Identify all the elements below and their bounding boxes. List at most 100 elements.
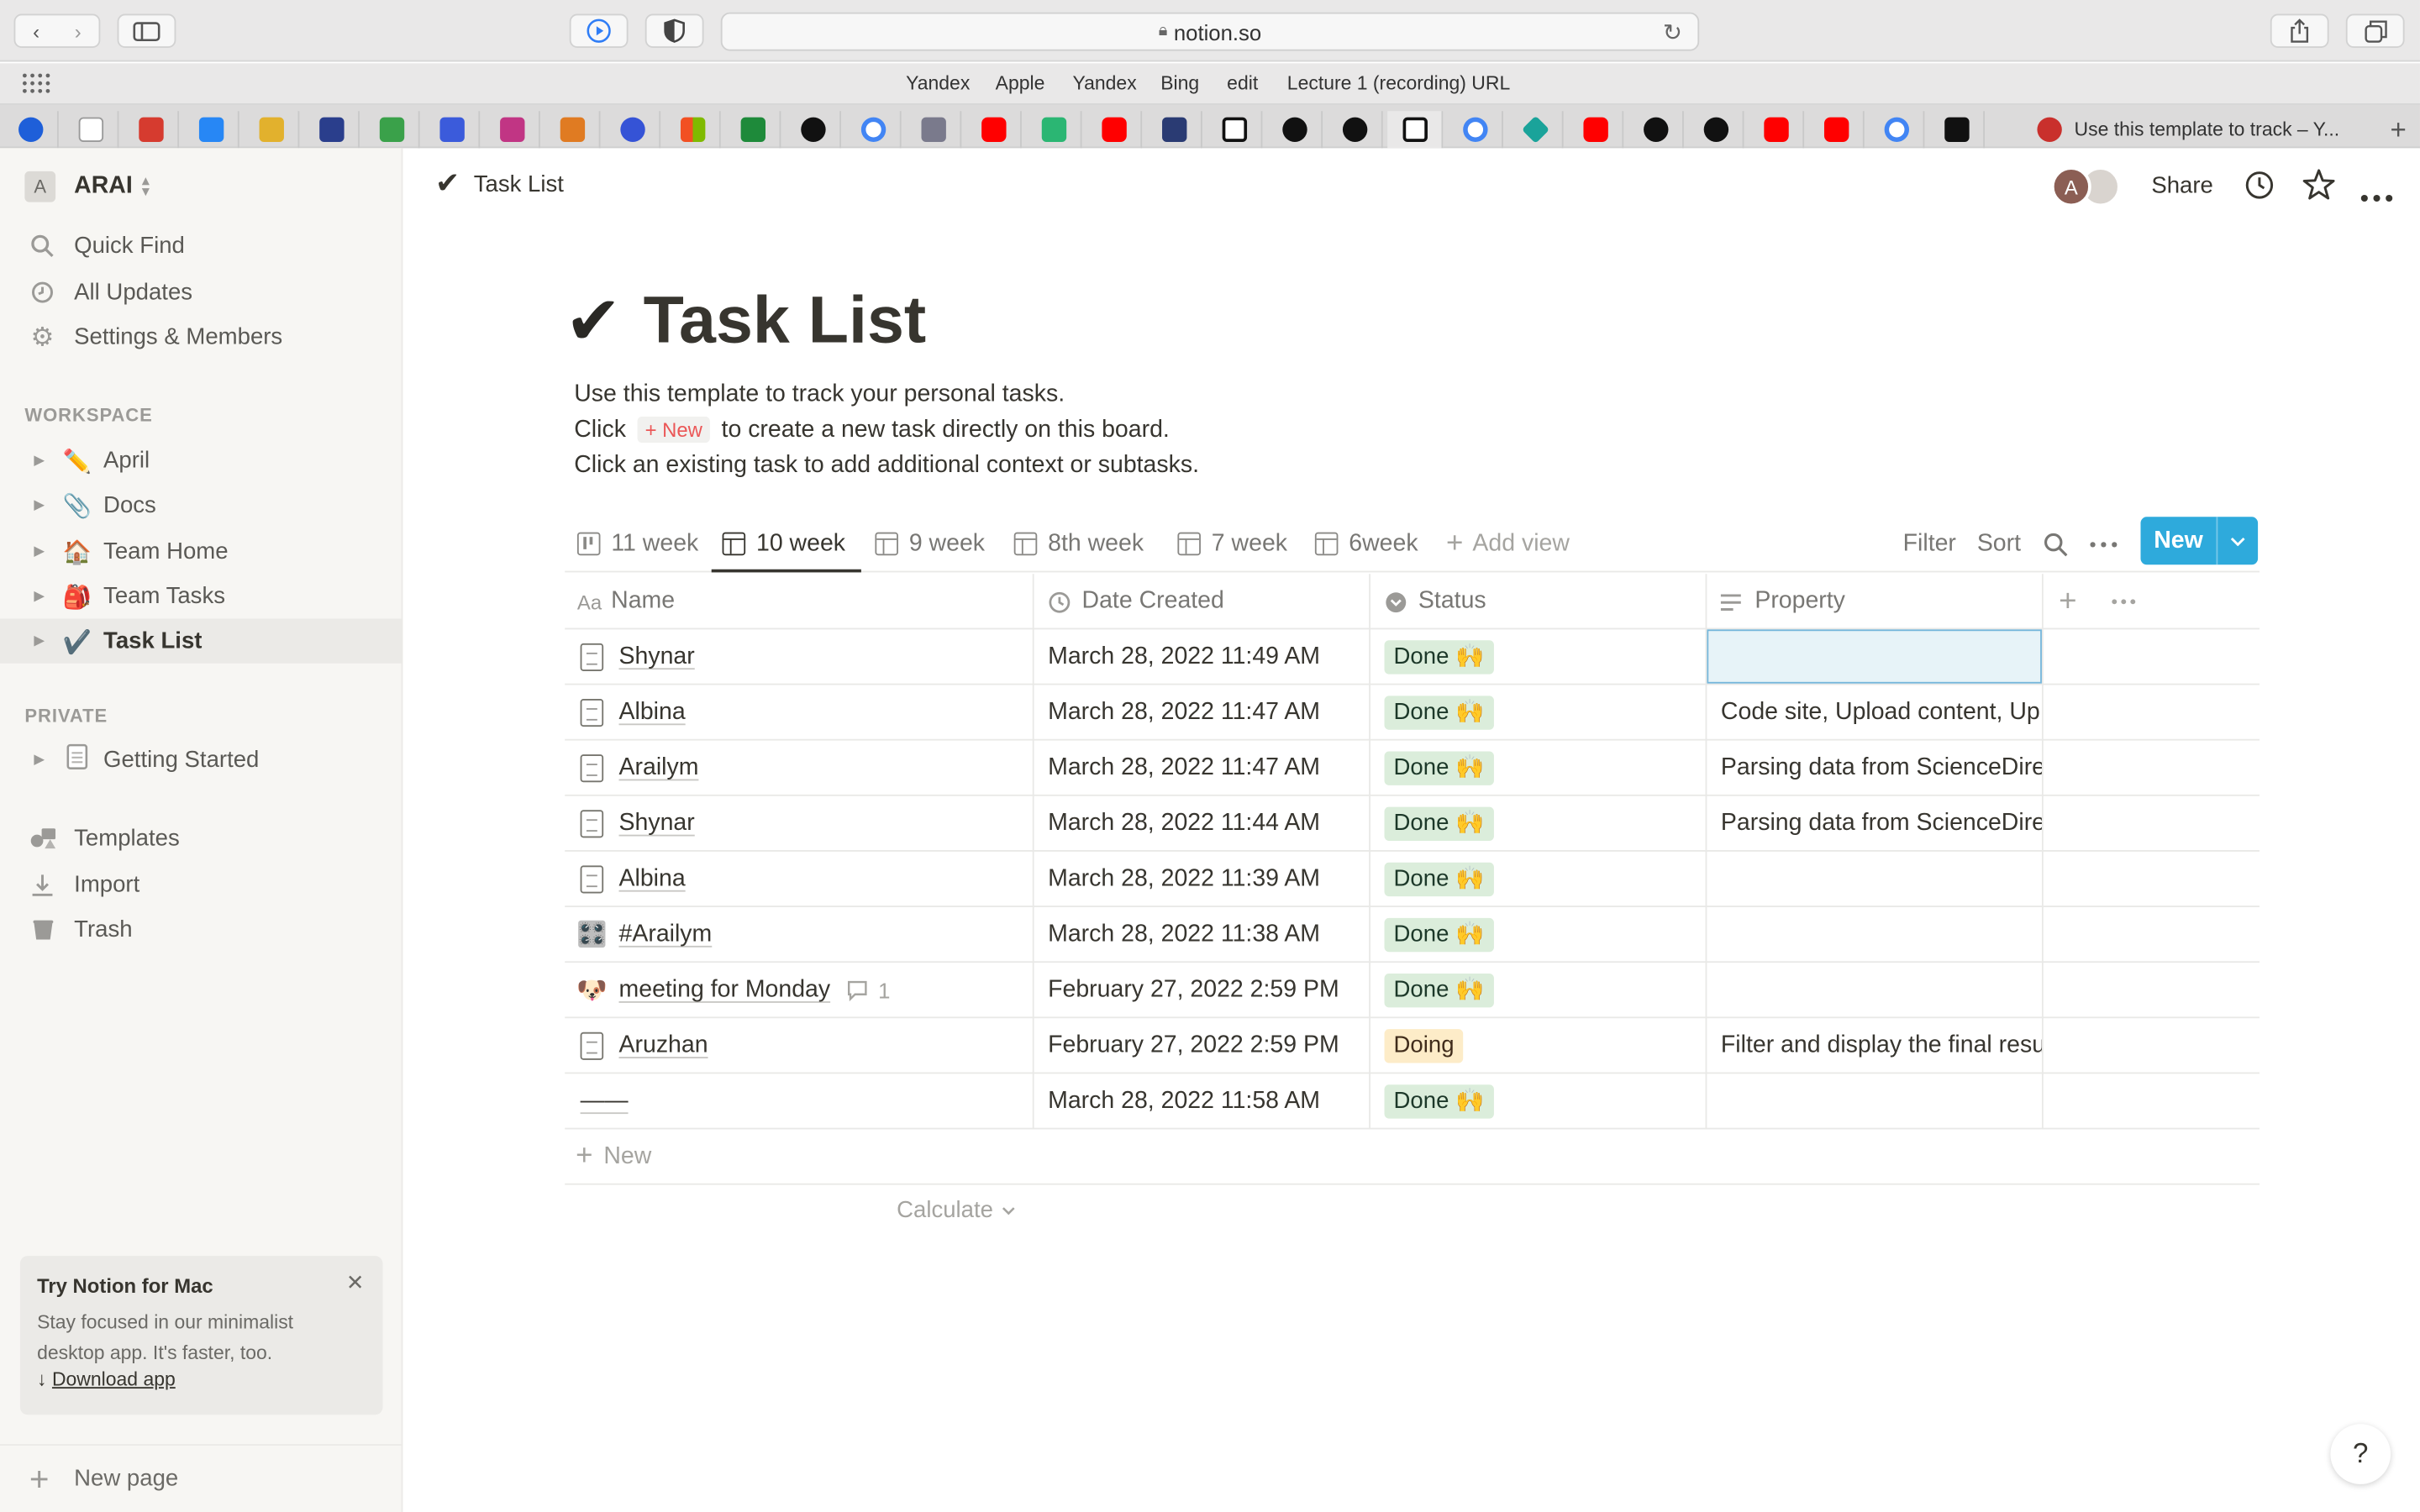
property-cell[interactable]: Filter and display the final resu bbox=[1721, 1018, 2042, 1074]
date-cell[interactable]: March 28, 2022 11:47 AM bbox=[1048, 685, 1369, 740]
property-cell[interactable] bbox=[1721, 852, 2042, 907]
status-cell[interactable]: Done 🙌 bbox=[1384, 1074, 1706, 1129]
column-property[interactable]: Property bbox=[1719, 574, 1845, 629]
pinned-tab[interactable] bbox=[3, 111, 59, 149]
add-column-plus-icon[interactable]: + bbox=[2059, 574, 2076, 629]
breadcrumb[interactable]: ✔ Task List bbox=[435, 166, 564, 202]
tab-6week[interactable]: 6week bbox=[1314, 515, 1418, 572]
pinned-tab[interactable] bbox=[304, 111, 360, 149]
sidebar-item-templates[interactable]: Templates bbox=[0, 816, 402, 861]
status-cell[interactable]: Doing bbox=[1384, 1018, 1706, 1074]
status-cell[interactable]: Done 🙌 bbox=[1384, 629, 1706, 685]
favorite-link[interactable]: Apple bbox=[996, 72, 1045, 94]
expand-triangle-icon[interactable]: ▶ bbox=[34, 543, 45, 560]
table-row[interactable]: Aruzhan February 27, 2022 2:59 PM Doing Fil… bbox=[565, 1018, 2260, 1074]
download-app-link[interactable]: ↓ Download app bbox=[37, 1368, 176, 1390]
tab-11-week[interactable]: 11 week bbox=[576, 515, 698, 572]
status-cell[interactable]: Done 🙌 bbox=[1384, 852, 1706, 907]
name-cell[interactable]: 🐶 meeting for Monday 1 bbox=[565, 963, 1033, 1018]
pinned-tab[interactable] bbox=[605, 111, 661, 149]
pinned-tab[interactable] bbox=[424, 111, 481, 149]
pinned-tab[interactable] bbox=[1869, 111, 1925, 149]
pinned-tab[interactable] bbox=[1749, 111, 1805, 149]
pinned-tab[interactable] bbox=[1507, 111, 1564, 149]
name-cell[interactable]: Albina bbox=[565, 852, 1033, 907]
name-cell[interactable]: Aruzhan bbox=[565, 1018, 1033, 1074]
sidebar-item-trash[interactable]: Trash bbox=[0, 907, 402, 952]
column-name[interactable]: Aa Name bbox=[577, 574, 675, 629]
sidebar-item-task-list[interactable]: ▶ ✔️ Task List bbox=[0, 618, 403, 664]
expand-triangle-icon[interactable]: ▶ bbox=[34, 751, 45, 768]
sidebar-item-settings[interactable]: ⚙ Settings & Members bbox=[0, 315, 402, 360]
back-icon[interactable]: ‹ bbox=[33, 19, 39, 43]
date-cell[interactable]: March 28, 2022 11:47 AM bbox=[1048, 741, 1369, 796]
history-icon[interactable] bbox=[2244, 170, 2275, 208]
new-row-button[interactable]: + New bbox=[565, 1129, 2260, 1185]
table-row[interactable]: 🎛️ #Arailym March 28, 2022 11:38 AM Done 🙌 bbox=[565, 907, 2260, 963]
favorite-link[interactable]: Bing bbox=[1160, 72, 1199, 94]
grid-icon[interactable] bbox=[22, 72, 53, 98]
filter-button[interactable]: Filter bbox=[1903, 515, 1956, 572]
expand-triangle-icon[interactable]: ▶ bbox=[34, 588, 45, 605]
page-title-text[interactable]: Task List bbox=[644, 284, 927, 360]
table-row[interactable]: Albina March 28, 2022 11:47 AM Done 🙌 Code … bbox=[565, 685, 2260, 741]
pinned-tab[interactable] bbox=[1929, 111, 1985, 149]
favorite-link[interactable]: Yandex bbox=[906, 72, 970, 94]
sidebar-item-team-home[interactable]: ▶ 🏠 Team Home bbox=[0, 529, 402, 574]
expand-triangle-icon[interactable]: ▶ bbox=[34, 496, 45, 513]
date-cell[interactable]: March 28, 2022 11:49 AM bbox=[1048, 629, 1369, 685]
property-cell[interactable]: Parsing data from ScienceDire bbox=[1721, 796, 2042, 852]
table-row[interactable]: Shynar March 28, 2022 11:44 AM Done 🙌 Parsi… bbox=[565, 796, 2260, 852]
privacy-button[interactable] bbox=[644, 13, 704, 48]
sidebar-item-team-tasks[interactable]: ▶ 🎒 Team Tasks bbox=[0, 574, 402, 618]
add-view-button[interactable]: + Add view bbox=[1446, 515, 1570, 572]
name-cell[interactable]: 🎛️ #Arailym bbox=[565, 907, 1033, 963]
favorite-link[interactable]: Yandex bbox=[1073, 72, 1137, 94]
avatar[interactable]: A bbox=[2050, 166, 2091, 207]
more-icon[interactable] bbox=[2090, 515, 2118, 572]
back-forward-buttons[interactable]: ‹ › bbox=[13, 13, 101, 48]
pinned-tab[interactable] bbox=[1628, 111, 1684, 149]
address-bar[interactable]: 🔒︎ notion.so ↻ bbox=[720, 12, 1700, 51]
property-cell[interactable] bbox=[1721, 1074, 2042, 1129]
status-cell[interactable]: Done 🙌 bbox=[1384, 796, 1706, 852]
share-button[interactable]: Share bbox=[2151, 173, 2213, 199]
star-icon[interactable] bbox=[2302, 168, 2335, 208]
pinned-tab[interactable] bbox=[966, 111, 1022, 149]
date-cell[interactable]: February 27, 2022 2:59 PM bbox=[1048, 963, 1369, 1018]
column-date-created[interactable]: Date Created bbox=[1048, 574, 1224, 629]
date-cell[interactable]: March 28, 2022 11:44 AM bbox=[1048, 796, 1369, 852]
sidebar-item-april[interactable]: ▶ ✏️ April bbox=[0, 438, 402, 483]
pinned-tab[interactable] bbox=[1267, 111, 1323, 149]
property-cell[interactable]: Code site, Upload content, Up bbox=[1721, 685, 2042, 740]
name-cell[interactable]: Albina bbox=[565, 685, 1033, 740]
sidebar-item-quick-find[interactable]: Quick Find bbox=[0, 223, 402, 268]
pinned-tab[interactable] bbox=[725, 111, 781, 149]
name-cell[interactable]: Shynar bbox=[565, 629, 1033, 685]
pinned-tab[interactable] bbox=[1448, 111, 1503, 149]
workspace-switcher[interactable]: A ARAI ▴ ▾ bbox=[24, 170, 150, 203]
pinned-tab[interactable] bbox=[485, 111, 540, 149]
table-row[interactable]: Shynar March 28, 2022 11:49 AM Done 🙌 bbox=[565, 629, 2260, 685]
pinned-tab[interactable] bbox=[1568, 111, 1624, 149]
date-cell[interactable]: March 28, 2022 11:38 AM bbox=[1048, 907, 1369, 963]
tab-overview-button[interactable] bbox=[2345, 13, 2405, 48]
sidebar-item-docs[interactable]: ▶ 📎 Docs bbox=[0, 483, 402, 528]
table-row[interactable]: 🐶 meeting for Monday 1 February 27, 2022 2:… bbox=[565, 963, 2260, 1019]
status-cell[interactable]: Done 🙌 bbox=[1384, 741, 1706, 796]
date-cell[interactable]: March 28, 2022 11:39 AM bbox=[1048, 852, 1369, 907]
share-browser-button[interactable] bbox=[2270, 13, 2329, 48]
media-button[interactable] bbox=[569, 13, 629, 48]
task-name[interactable]: —— bbox=[581, 1088, 629, 1116]
chevron-down-icon[interactable] bbox=[2217, 517, 2258, 564]
status-cell[interactable]: Done 🙌 bbox=[1384, 907, 1706, 963]
pinned-tab[interactable] bbox=[846, 111, 902, 149]
tab-10-week[interactable]: 10 week bbox=[722, 515, 845, 572]
task-name[interactable]: #Arailym bbox=[619, 921, 713, 949]
calculate-button[interactable]: Calculate bbox=[897, 1197, 1015, 1224]
sidebar-item-all-updates[interactable]: All Updates bbox=[0, 270, 402, 314]
column-status[interactable]: Status bbox=[1385, 574, 1486, 629]
pinned-tab-current[interactable] bbox=[1387, 111, 1444, 149]
sidebar-item-import[interactable]: Import bbox=[0, 863, 402, 907]
forward-icon[interactable]: › bbox=[75, 19, 82, 43]
